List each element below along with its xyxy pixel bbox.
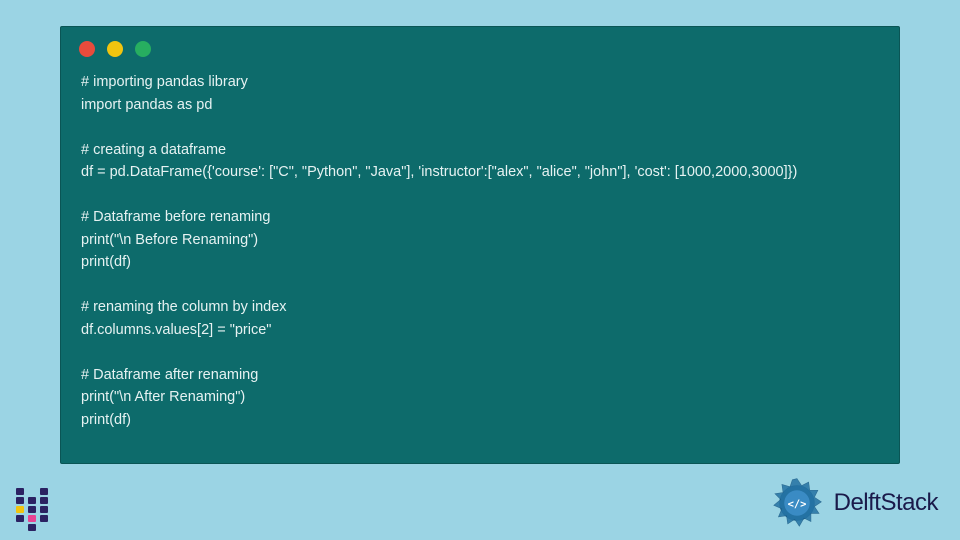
code-content: # importing pandas library import pandas… — [61, 65, 899, 447]
window-titlebar — [61, 27, 899, 65]
brand-logo: </> DelftStack — [768, 474, 938, 532]
close-icon[interactable] — [79, 41, 95, 57]
brand-name: DelftStack — [834, 489, 938, 517]
code-window: # importing pandas library import pandas… — [60, 26, 900, 464]
delftstack-badge-icon: </> — [768, 474, 826, 532]
maximize-icon[interactable] — [135, 41, 151, 57]
left-logo-icon — [16, 488, 54, 530]
minimize-icon[interactable] — [107, 41, 123, 57]
svg-text:</>: </> — [787, 499, 806, 511]
